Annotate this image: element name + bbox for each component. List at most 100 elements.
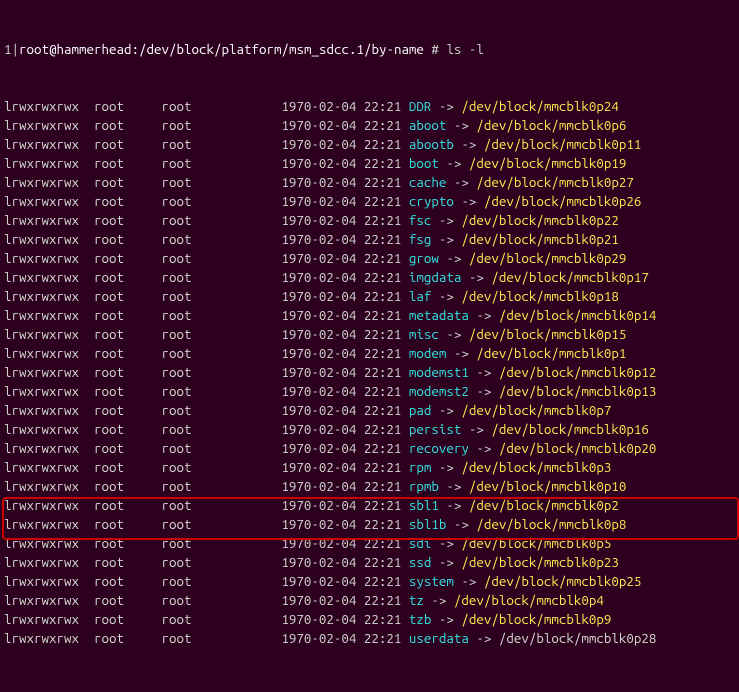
time: 22:21 (364, 553, 402, 572)
group: root (161, 553, 191, 572)
arrow-icon: -> (476, 629, 491, 648)
listing-row: lrwxrwxrwxrootroot1970-02-0422:21misc->/… (4, 325, 735, 344)
owner: root (94, 591, 124, 610)
arrow-icon: -> (439, 610, 454, 629)
listing-row: lrwxrwxrwxrootroot1970-02-0422:21modemst… (4, 363, 735, 382)
date: 1970-02-04 (281, 97, 356, 116)
group: root (161, 325, 191, 344)
symlink-name: modem (409, 344, 447, 363)
owner: root (94, 439, 124, 458)
symlink-target: /dev/block/mmcblk0p4 (454, 591, 604, 610)
date: 1970-02-04 (281, 287, 356, 306)
date: 1970-02-04 (281, 477, 356, 496)
arrow-icon: -> (439, 458, 454, 477)
date: 1970-02-04 (281, 173, 356, 192)
arrow-icon: -> (431, 591, 446, 610)
owner: root (94, 382, 124, 401)
arrow-icon: -> (469, 420, 484, 439)
owner: root (94, 420, 124, 439)
arrow-icon: -> (476, 439, 491, 458)
arrow-icon: -> (439, 97, 454, 116)
symlink-name: laf (409, 287, 432, 306)
date: 1970-02-04 (281, 439, 356, 458)
listing-row: lrwxrwxrwxrootroot1970-02-0422:21grow->/… (4, 249, 735, 268)
permissions: lrwxrwxrwx (4, 268, 86, 287)
symlink-target: /dev/block/mmcblk0p21 (461, 230, 618, 249)
group: root (161, 382, 191, 401)
listing-row: lrwxrwxrwxrootroot1970-02-0422:21cache->… (4, 173, 735, 192)
listing-row: lrwxrwxrwxrootroot1970-02-0422:21imgdata… (4, 268, 735, 287)
group: root (161, 610, 191, 629)
date: 1970-02-04 (281, 572, 356, 591)
listing-row: lrwxrwxrwxrootroot1970-02-0422:21sdi->/d… (4, 534, 735, 553)
arrow-icon: -> (439, 401, 454, 420)
symlink-target: /dev/block/mmcblk0p20 (499, 439, 656, 458)
arrow-icon: -> (439, 211, 454, 230)
arrow-icon: -> (469, 268, 484, 287)
symlink-name: crypto (409, 192, 454, 211)
symlink-target: /dev/block/mmcblk0p7 (461, 401, 611, 420)
arrow-icon: -> (476, 382, 491, 401)
group: root (161, 439, 191, 458)
date: 1970-02-04 (281, 135, 356, 154)
time: 22:21 (364, 211, 402, 230)
permissions: lrwxrwxrwx (4, 230, 86, 249)
prompt-userhost: root@hammerhead (19, 42, 131, 57)
time: 22:21 (364, 458, 402, 477)
arrow-icon: -> (439, 553, 454, 572)
time: 22:21 (364, 515, 402, 534)
date: 1970-02-04 (281, 458, 356, 477)
listing-row: lrwxrwxrwxrootroot1970-02-0422:21metadat… (4, 306, 735, 325)
owner: root (94, 116, 124, 135)
prompt-hash: # (424, 42, 447, 57)
symlink-name: DDR (409, 97, 432, 116)
time: 22:21 (364, 344, 402, 363)
permissions: lrwxrwxrwx (4, 306, 86, 325)
permissions: lrwxrwxrwx (4, 572, 86, 591)
group: root (161, 420, 191, 439)
date: 1970-02-04 (281, 534, 356, 553)
owner: root (94, 515, 124, 534)
time: 22:21 (364, 629, 402, 648)
time: 22:21 (364, 268, 402, 287)
time: 22:21 (364, 97, 402, 116)
arrow-icon: -> (476, 306, 491, 325)
arrow-icon: -> (454, 344, 469, 363)
symlink-target: /dev/block/mmcblk0p3 (461, 458, 611, 477)
group: root (161, 458, 191, 477)
permissions: lrwxrwxrwx (4, 363, 86, 382)
symlink-name: metadata (409, 306, 469, 325)
listing-row: lrwxrwxrwxrootroot1970-02-0422:21DDR->/d… (4, 97, 735, 116)
time: 22:21 (364, 382, 402, 401)
date: 1970-02-04 (281, 268, 356, 287)
symlink-target: /dev/block/mmcblk0p23 (461, 553, 618, 572)
permissions: lrwxrwxrwx (4, 591, 86, 610)
symlink-target: /dev/block/mmcblk0p29 (469, 249, 626, 268)
prompt-path: :/dev/block/platform/msm_sdcc.1/by-name (131, 42, 423, 57)
symlink-target: /dev/block/mmcblk0p28 (499, 629, 656, 648)
permissions: lrwxrwxrwx (4, 211, 86, 230)
date: 1970-02-04 (281, 211, 356, 230)
symlink-target: /dev/block/mmcblk0p10 (469, 477, 626, 496)
owner: root (94, 154, 124, 173)
permissions: lrwxrwxrwx (4, 344, 86, 363)
prompt-command: ls -l (446, 42, 484, 57)
permissions: lrwxrwxrwx (4, 477, 86, 496)
group: root (161, 268, 191, 287)
symlink-target: /dev/block/mmcblk0p6 (476, 116, 626, 135)
symlink-target: /dev/block/mmcblk0p1 (476, 344, 626, 363)
arrow-icon: -> (476, 363, 491, 382)
owner: root (94, 610, 124, 629)
group: root (161, 211, 191, 230)
owner: root (94, 192, 124, 211)
listing-row: lrwxrwxrwxrootroot1970-02-0422:21laf->/d… (4, 287, 735, 306)
group: root (161, 135, 191, 154)
symlink-target: /dev/block/mmcblk0p5 (461, 534, 611, 553)
owner: root (94, 629, 124, 648)
symlink-name: tzb (409, 610, 432, 629)
terminal-output[interactable]: 1|root@hammerhead:/dev/block/platform/ms… (0, 0, 739, 692)
time: 22:21 (364, 591, 402, 610)
arrow-icon: -> (454, 515, 469, 534)
date: 1970-02-04 (281, 401, 356, 420)
group: root (161, 192, 191, 211)
